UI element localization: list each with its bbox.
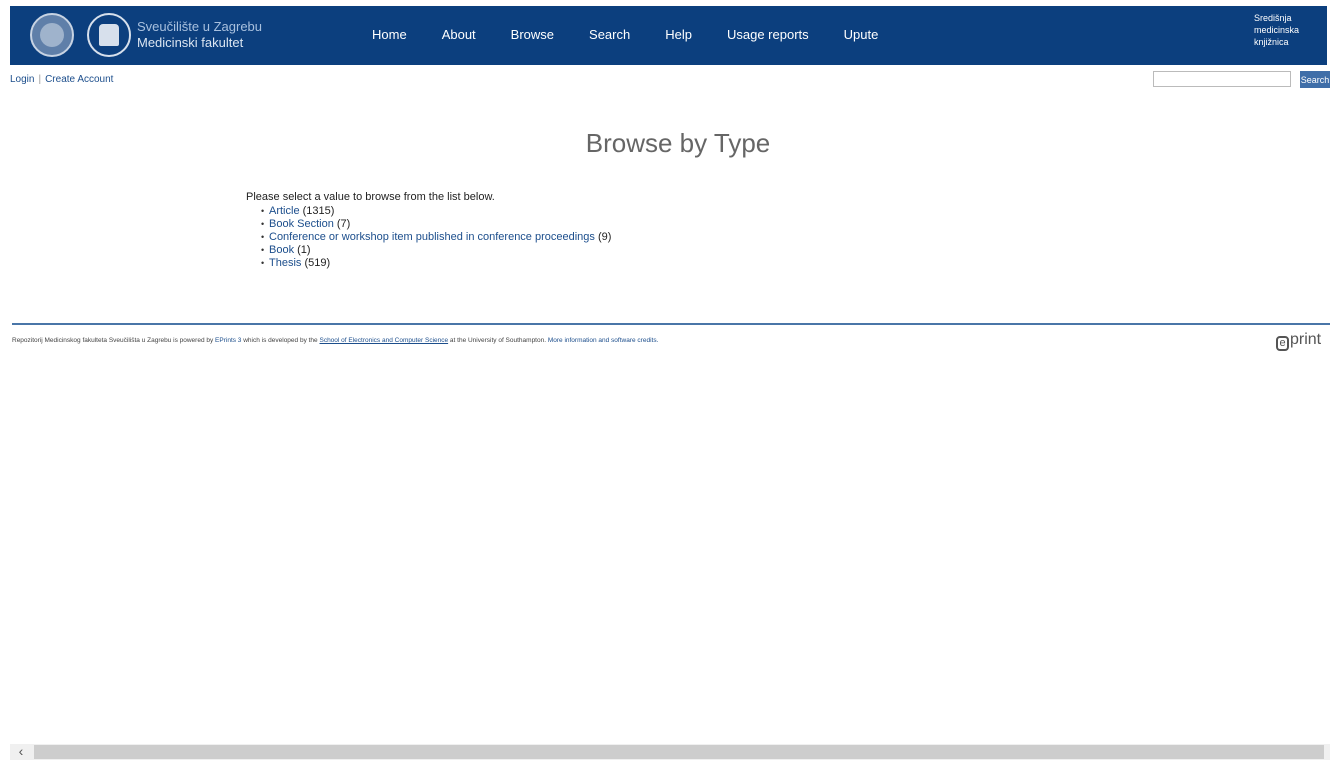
- account-links: Login | Create Account: [10, 74, 113, 85]
- item-count: (7): [336, 218, 351, 230]
- brand-faculty: Medicinski fakultet: [137, 35, 244, 50]
- credits-link[interactable]: More information and software credits.: [548, 337, 659, 344]
- ecs-link[interactable]: School of Electronics and Computer Scien…: [319, 337, 448, 344]
- browse-intro: Please select a value to browse from the…: [246, 191, 495, 203]
- create-account-link[interactable]: Create Account: [45, 74, 113, 85]
- link-separator: |: [38, 74, 42, 85]
- list-item: Conference or workshop item published in…: [261, 231, 612, 244]
- site-brand[interactable]: Sveučilište u Zagrebu Medicinski fakulte…: [137, 19, 262, 51]
- item-count: (9): [597, 231, 612, 243]
- type-link-book[interactable]: Book: [269, 244, 294, 256]
- scroll-left-arrow-icon[interactable]: ‹: [10, 744, 32, 760]
- library-link[interactable]: Središnja medicinska knjižnica: [1254, 12, 1299, 48]
- nav-search[interactable]: Search: [589, 27, 630, 42]
- brand-university: Sveučilište u Zagrebu: [137, 19, 263, 34]
- horizontal-scrollbar[interactable]: ‹: [10, 744, 1330, 760]
- library-line-3: knjižnica: [1253, 37, 1289, 47]
- eprints-logo[interactable]: e print: [1276, 331, 1321, 351]
- item-count: (1315): [302, 205, 335, 217]
- type-link-thesis[interactable]: Thesis: [269, 257, 301, 269]
- item-count: (1): [297, 244, 311, 256]
- item-count: (519): [304, 257, 331, 269]
- footer-text-1: Repozitorij Medicinskog fakulteta Sveuči…: [12, 337, 216, 344]
- footer-text: Repozitorij Medicinskog fakulteta Sveuči…: [12, 337, 658, 344]
- library-line-1: Središnja: [1253, 13, 1292, 23]
- list-item: Book Section (7): [261, 218, 611, 231]
- search-input[interactable]: [1153, 71, 1291, 87]
- browse-content: Please select a value to browse from the…: [246, 191, 611, 270]
- type-link-conference-item[interactable]: Conference or workshop item published in…: [269, 231, 595, 243]
- type-link-book-section[interactable]: Book Section: [269, 218, 334, 230]
- faculty-logo[interactable]: [87, 13, 131, 57]
- nav-about[interactable]: About: [442, 27, 476, 42]
- main-nav: Home About Browse Search Help Usage repo…: [372, 27, 913, 42]
- list-item: Book (1): [261, 244, 611, 257]
- eprints-e-icon: e: [1276, 336, 1289, 351]
- footer-text-3: at the University of Southampton.: [448, 337, 548, 344]
- page-title: Browse by Type: [585, 128, 771, 158]
- nav-upute[interactable]: Upute: [844, 27, 879, 42]
- list-item: Article (1315): [261, 205, 611, 218]
- scrollbar-thumb[interactable]: [34, 745, 1324, 759]
- type-list: Article (1315) Book Section (7) Conferen…: [246, 205, 611, 270]
- login-link[interactable]: Login: [10, 74, 34, 85]
- nav-home[interactable]: Home: [372, 27, 407, 42]
- search-button[interactable]: Search: [1300, 71, 1330, 88]
- list-item: Thesis (519): [261, 257, 611, 270]
- footer-divider: [12, 323, 1330, 325]
- eprints-logo-text: print: [1290, 331, 1322, 348]
- footer-text-2: which is developed by the: [241, 337, 320, 344]
- login-bar: Login | Create Account: [0, 66, 1330, 92]
- university-seal-logo[interactable]: [30, 13, 74, 57]
- nav-help[interactable]: Help: [665, 27, 692, 42]
- nav-usage-reports[interactable]: Usage reports: [727, 27, 809, 42]
- library-line-2: medicinska: [1253, 25, 1299, 35]
- eprints-link[interactable]: EPrints 3: [215, 337, 241, 344]
- nav-browse[interactable]: Browse: [511, 27, 554, 42]
- site-header: Sveučilište u Zagrebu Medicinski fakulte…: [10, 6, 1327, 65]
- type-link-article[interactable]: Article: [269, 205, 300, 217]
